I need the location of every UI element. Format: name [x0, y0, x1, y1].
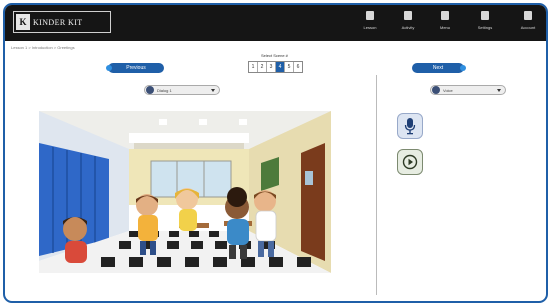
nav-item-menu[interactable]: Menu [427, 11, 463, 30]
play-button[interactable] [397, 149, 423, 175]
nav-label: Lesson [363, 25, 377, 30]
nav-item-settings[interactable]: Settings [467, 11, 503, 30]
page-button[interactable]: 1 [249, 62, 258, 72]
record-button[interactable] [397, 113, 423, 139]
scene-pager: 1 2 3 4 5 6 [248, 61, 303, 73]
voice-select[interactable]: Voice [430, 85, 506, 95]
page-button[interactable]: 6 [294, 62, 302, 72]
logo[interactable]: K KINDER KIT [13, 11, 111, 33]
person-icon [366, 11, 374, 20]
page-button[interactable]: 3 [267, 62, 276, 72]
page-button-active[interactable]: 4 [276, 62, 285, 72]
nav-label: Settings [477, 25, 493, 30]
logo-mark: K [16, 14, 30, 30]
previous-button[interactable]: Previous [106, 63, 164, 73]
user-icon [524, 11, 532, 20]
nav-label: Account [520, 25, 536, 30]
dialog-select-value: Dialog 1 [157, 87, 172, 93]
logo-text: KINDER KIT [33, 17, 83, 27]
microphone-icon [404, 118, 416, 135]
monitor-icon [481, 11, 489, 20]
select-knob-icon [432, 86, 440, 94]
next-label: Next [432, 65, 444, 71]
classroom-scene-image [39, 111, 331, 273]
select-knob-icon [146, 86, 154, 94]
page-button[interactable]: 2 [258, 62, 267, 72]
home-icon [404, 11, 412, 20]
voice-select-value: Voice [443, 87, 453, 93]
book-icon [441, 11, 449, 20]
dialog-select[interactable]: Dialog 1 [144, 85, 220, 95]
scene-selector-label: Select Scene # [261, 53, 288, 58]
top-bar: K KINDER KIT Lesson Activity Menu Settin… [5, 5, 546, 41]
panel-divider [376, 75, 377, 295]
breadcrumb[interactable]: Lesson 1 > Introduction > Greetings [11, 45, 75, 50]
nav-label: Menu [439, 25, 450, 30]
nav-item-lesson[interactable]: Lesson [352, 11, 388, 30]
chevron-down-icon [211, 88, 215, 92]
nav-item-account[interactable]: Account [510, 11, 546, 30]
play-icon [402, 154, 418, 170]
previous-label: Previous [126, 65, 146, 71]
next-button[interactable]: Next [412, 63, 466, 73]
arrow-right-icon [460, 65, 466, 71]
arrow-left-icon [106, 65, 112, 71]
app-frame: K KINDER KIT Lesson Activity Menu Settin… [3, 3, 548, 303]
nav-item-activity[interactable]: Activity [390, 11, 426, 30]
chevron-down-icon [497, 88, 501, 92]
page-button[interactable]: 5 [285, 62, 294, 72]
nav-label: Activity [401, 25, 415, 30]
